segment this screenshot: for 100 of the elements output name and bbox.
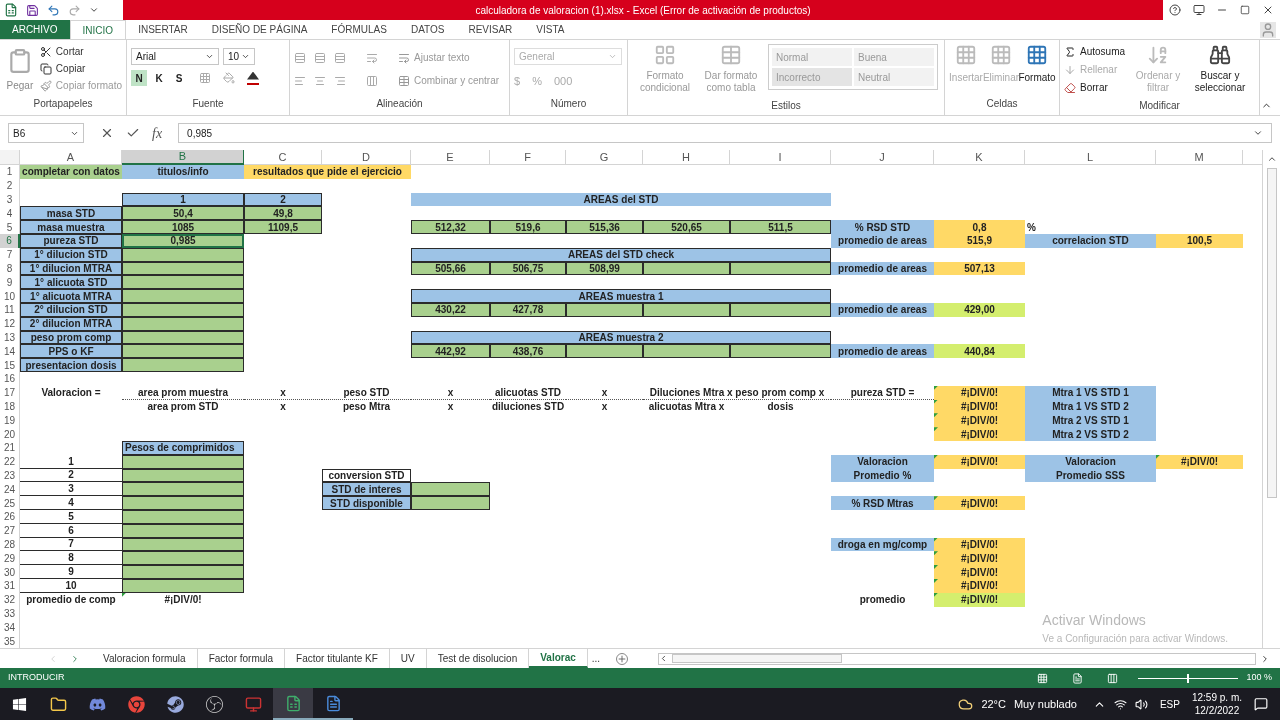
error-flag-icon — [1156, 454, 1160, 459]
scroll-up-icon — [1266, 154, 1277, 164]
align-left-icon — [294, 74, 306, 87]
error-flag-icon — [934, 578, 938, 583]
fill-down-icon — [1064, 63, 1076, 76]
ribbon-tab[interactable]: FÓRMULAS — [319, 20, 399, 39]
ribbon-tab[interactable]: REVISAR — [456, 20, 525, 39]
cancel-icon — [100, 126, 114, 140]
dropdown-icon[interactable] — [205, 52, 214, 61]
sheet-cell: conversion STD — [322, 468, 411, 483]
copy-button[interactable]: Copiar — [39, 61, 122, 76]
window-title: calculadora de valoracion (1).xlsx - Excel (Error de activación de productos) — [475, 3, 811, 18]
paste-button[interactable]: Pegar — [4, 44, 36, 96]
sheet-cell-text: peso Mtra — [341, 399, 392, 414]
sheet-cell: #¡DIV/0! — [1156, 454, 1243, 469]
column-header[interactable]: M — [1156, 150, 1243, 165]
undo-icon — [47, 3, 60, 17]
column-header[interactable]: G — [566, 150, 643, 165]
borders-icon — [199, 72, 211, 84]
column-header[interactable]: E — [411, 150, 490, 165]
sheet-cell: resultados que pide el ejercicio — [244, 165, 411, 179]
zoom-level: 100 % — [1246, 671, 1272, 685]
activation-title: Activar Windows — [1042, 612, 1146, 628]
font-field[interactable]: Arial — [131, 48, 219, 65]
column-header[interactable]: C — [244, 150, 322, 165]
cut-button[interactable]: Cortar — [39, 44, 122, 59]
error-flag-icon — [934, 413, 938, 418]
browser-icon — [128, 695, 145, 713]
sheet-cell-text: dosis — [766, 399, 795, 414]
sheet-cell: promedio de areas — [831, 261, 934, 276]
edit-menu-button[interactable]: Buscar y seleccionar — [1191, 44, 1250, 98]
more-sheets-button[interactable]: ... — [587, 651, 605, 666]
column-header[interactable]: K — [934, 150, 1025, 165]
zoom-thumb[interactable] — [1187, 673, 1190, 683]
sheet-cell: correlacion STD — [1025, 234, 1156, 248]
error-flag-icon — [934, 565, 938, 570]
sheet-cell-text: Valoracion = — [40, 386, 102, 400]
edit-button[interactable]: Autosuma — [1064, 44, 1126, 59]
weather-icon — [958, 696, 974, 712]
sheet-cell: promedio de areas — [831, 302, 934, 317]
eraser-icon — [1064, 81, 1076, 94]
zoom-slider[interactable] — [1138, 673, 1239, 683]
sheet-cell: Valoracion — [1025, 454, 1156, 469]
expand-icon[interactable] — [1253, 128, 1263, 138]
group-label: Estilos — [771, 100, 801, 111]
group-label: Modificar — [1139, 100, 1180, 111]
column-header[interactable]: A — [20, 150, 122, 165]
name-box[interactable]: B6 — [8, 123, 84, 143]
sheet-tab[interactable]: Valorac — [529, 649, 588, 668]
font-style-button[interactable]: N — [131, 70, 147, 86]
column-header[interactable]: F — [490, 150, 566, 165]
activation-message: Ve a Configuración para activar Windows. — [1042, 633, 1228, 644]
cells-button[interactable]: Formato — [1019, 44, 1055, 96]
error-flag-icon — [934, 551, 938, 556]
ribbon-tab[interactable]: VISTA — [524, 20, 577, 39]
sheet-cell: #¡DIV/0! — [934, 496, 1025, 510]
insert-function-button[interactable]: fx — [152, 122, 163, 144]
ribbon-tab[interactable]: INICIO — [69, 20, 127, 39]
formula-field[interactable]: 0,985 — [178, 123, 1272, 143]
column-header[interactable]: D — [322, 150, 411, 165]
sheet-cell: % RSD Mtras — [831, 496, 934, 510]
ribbon-tab[interactable]: INSERTAR — [126, 20, 200, 39]
sheet-cell: #¡DIV/0! — [934, 454, 1025, 469]
volume-icon — [1134, 697, 1148, 711]
binoculars-icon — [1209, 44, 1232, 66]
sheet-cell: STD de interes — [322, 482, 411, 497]
column-header[interactable]: J — [831, 150, 934, 165]
sheet-cell: 0,8 — [934, 220, 1025, 234]
align-center-icon — [314, 74, 326, 87]
sheet-cell: 429,00 — [934, 302, 1025, 317]
column-header[interactable]: H — [643, 150, 730, 165]
ribbon-tab[interactable]: ARCHIVO — [0, 20, 70, 39]
edit-button[interactable]: Borrar — [1064, 80, 1126, 95]
previous-sheet-icon — [48, 653, 58, 664]
ribbon-tab[interactable]: DATOS — [398, 20, 457, 39]
normal-view-icon — [1037, 672, 1049, 684]
font-size-field[interactable]: 10 — [223, 48, 255, 65]
column-header[interactable]: B — [122, 150, 244, 165]
sheet-cell: area prom muestra — [122, 385, 244, 400]
grid-icon — [1026, 44, 1048, 66]
spreadsheet-taskbar-icon[interactable] — [273, 688, 313, 720]
weather-text: Muy nublado — [1013, 696, 1077, 712]
sheet-cell: % RSD STD — [831, 220, 934, 234]
sheet-cell: x — [244, 385, 322, 400]
fill-bucket-icon — [223, 72, 235, 84]
font-style-button[interactable]: K — [151, 70, 167, 86]
sheet-cell-text: x — [446, 399, 455, 414]
sheet-cell: #¡DIV/0! — [122, 592, 244, 607]
column-header[interactable]: L — [1025, 150, 1156, 165]
sheet-cell: promedio de areas — [831, 344, 934, 359]
sheet-cell: AREAS muestra 2 — [411, 330, 831, 345]
font-style-button[interactable]: S — [171, 70, 187, 86]
group-label: Alineación — [376, 98, 423, 109]
dropdown-icon[interactable] — [241, 52, 250, 61]
error-flag-icon — [934, 385, 938, 390]
sheet-cell: #¡DIV/0! — [934, 413, 1025, 428]
column-header[interactable]: I — [730, 150, 831, 165]
paintbrush-icon — [39, 79, 52, 92]
ribbon-tab[interactable]: DISEÑO DE PÁGINA — [199, 20, 320, 39]
sheet-cell: 507,13 — [934, 261, 1025, 276]
